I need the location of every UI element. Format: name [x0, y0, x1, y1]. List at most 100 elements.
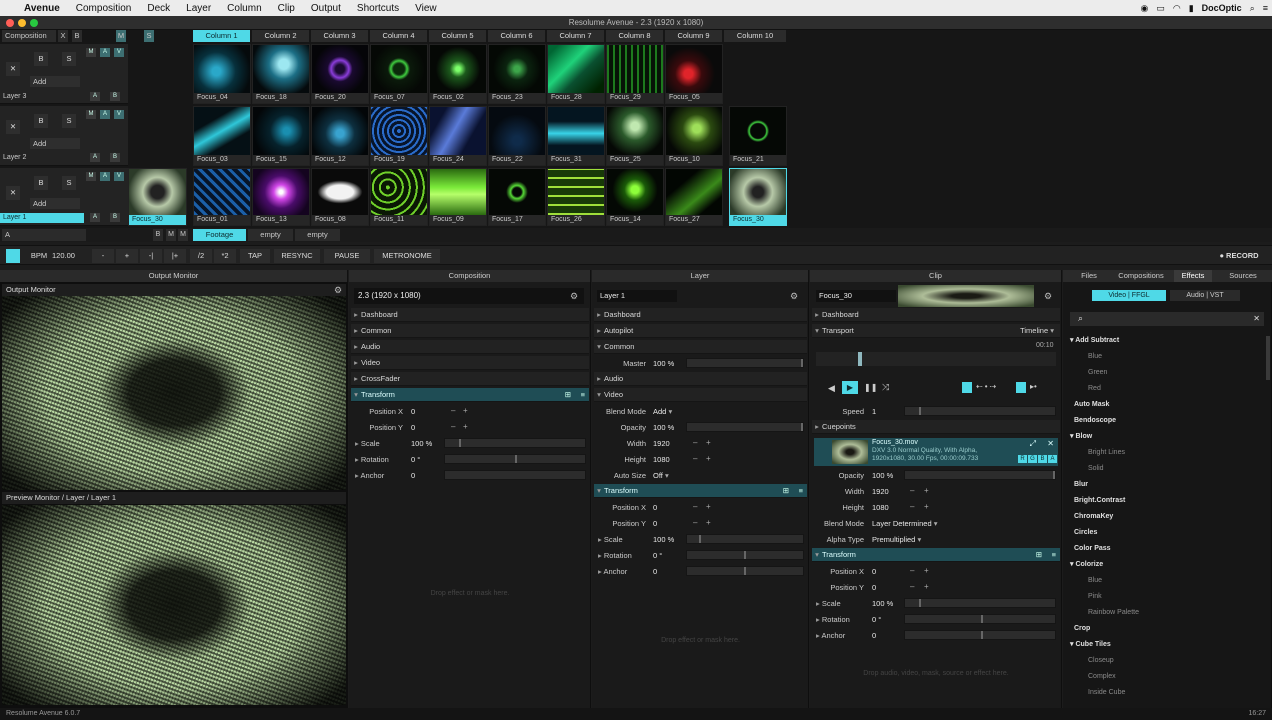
tab-column-5[interactable]: Column 5	[429, 30, 486, 42]
slider-handle[interactable]	[801, 423, 803, 431]
slider-handle[interactable]	[1053, 471, 1055, 479]
comp-scale-value[interactable]: 100 %	[411, 439, 432, 448]
output-monitor-view[interactable]	[2, 296, 346, 490]
pause-icon[interactable]: ❚❚	[864, 383, 877, 392]
clip-speed-value[interactable]: 1	[872, 407, 876, 416]
comp-scale-slider[interactable]	[444, 438, 586, 448]
layer-width-minus[interactable]: –	[693, 438, 697, 447]
effect-item[interactable]: ChromaKey	[1074, 512, 1113, 522]
clip-thumbnail[interactable]: Focus_29	[606, 44, 664, 104]
browser-scrollbar[interactable]	[1266, 336, 1270, 380]
layer-1-bypass-button[interactable]: B	[34, 176, 48, 190]
clip-thumbnail[interactable]: Focus_15	[252, 106, 310, 166]
clip-thumbnail[interactable]: Focus_09	[429, 168, 487, 226]
clip-thumbnail[interactable]: Focus_05	[665, 44, 723, 104]
record-icon[interactable]: ◉	[1140, 3, 1148, 14]
clip-thumbnail[interactable]: Focus_14	[606, 168, 664, 226]
layer-2-crossfade-b[interactable]: B	[110, 153, 120, 162]
nudge-plus-button[interactable]: |+	[164, 249, 186, 263]
comp-anchor-slider[interactable]	[444, 470, 586, 480]
tab-files[interactable]: Files	[1070, 270, 1108, 282]
tab-column-7[interactable]: Column 7	[547, 30, 604, 42]
clip-posy-plus[interactable]: +	[924, 582, 929, 591]
channel-a[interactable]: A	[1048, 455, 1057, 463]
layer-posx-value[interactable]: 0	[653, 503, 657, 512]
play-backward-icon[interactable]: ◀	[828, 383, 835, 394]
layer-2-name[interactable]: Layer 2	[0, 153, 84, 163]
menu-column[interactable]: Column	[219, 3, 269, 14]
comp-posx-plus[interactable]: +	[463, 406, 468, 415]
clip-name-field[interactable]: Focus_30	[816, 290, 896, 302]
layer-2-audio-button[interactable]: A	[100, 110, 110, 119]
layer-3-audio-button[interactable]: A	[100, 48, 110, 57]
layer-height-value[interactable]: 1080	[653, 455, 670, 464]
effect-item[interactable]: Bright.Contrast	[1074, 496, 1125, 506]
tab-compositions[interactable]: Compositions	[1112, 270, 1170, 282]
clip-posx-minus[interactable]: –	[910, 566, 914, 575]
timeline-dropdown[interactable]: Timeline ▾	[1020, 324, 1054, 338]
menu-clip[interactable]: Clip	[270, 3, 303, 14]
layer-2-solo-button[interactable]: S	[62, 114, 76, 128]
clip-thumbnail[interactable]: Focus_24	[429, 106, 487, 166]
timeline-playhead[interactable]	[858, 352, 862, 366]
effect-group[interactable]: ▾ Blow	[1070, 432, 1092, 442]
clip-anchor-slider[interactable]	[904, 630, 1056, 640]
layer-master-slider[interactable]	[686, 358, 804, 368]
clip-thumbnail[interactable]: Focus_03	[193, 106, 251, 166]
effect-group[interactable]: ▾ Colorize	[1070, 560, 1103, 570]
layer-blend-dropdown[interactable]: Add ▾	[653, 407, 672, 416]
layer-posx-minus[interactable]: –	[693, 502, 697, 511]
composition-settings-icon[interactable]: ⚙	[570, 291, 578, 302]
comp-section-audio[interactable]: ▸ Audio	[351, 340, 589, 354]
composition-clear-button[interactable]: X	[58, 30, 68, 42]
effect-item[interactable]: Blue	[1088, 352, 1102, 362]
comp-rotation-value[interactable]: 0 °	[411, 455, 420, 464]
layer-3-solo-button[interactable]: S	[62, 52, 76, 66]
tab-effects[interactable]: Effects	[1174, 270, 1212, 282]
channel-b[interactable]: B	[1038, 455, 1047, 463]
clip-opacity-value[interactable]: 100 %	[872, 471, 893, 480]
clip-thumbnail[interactable]: Focus_13	[252, 168, 310, 226]
clip-posx-value[interactable]: 0	[872, 567, 876, 576]
clip-thumbnail-selected[interactable]: Focus_30	[729, 168, 787, 226]
metronome-button[interactable]: METRONOME	[374, 249, 440, 263]
layer-2-add-button[interactable]: Add	[30, 138, 80, 149]
comp-posy-minus[interactable]: –	[451, 422, 455, 431]
clip-thumbnail[interactable]: Focus_12	[311, 106, 369, 166]
clip-thumbnail[interactable]: Focus_22	[488, 106, 546, 166]
deck-tab-footage[interactable]: Footage	[193, 229, 246, 241]
comp-anchor-value[interactable]: 0	[411, 471, 415, 480]
transform-menu-icon[interactable]: ≡	[1052, 548, 1056, 562]
deck-tab-empty-2[interactable]: empty	[295, 229, 340, 241]
list-icon[interactable]: ≡	[1263, 3, 1268, 13]
bpm-double-button[interactable]: *2	[214, 249, 236, 263]
comp-section-transform[interactable]: ▾ Transform ⊞ ≡	[351, 388, 589, 402]
deck-m-button[interactable]: M	[166, 229, 176, 241]
clip-posy-value[interactable]: 0	[872, 583, 876, 592]
layer-autosize-dropdown[interactable]: Off ▾	[653, 471, 669, 480]
effects-search-input[interactable]: ⌕ ✕	[1070, 312, 1264, 326]
wifi-icon[interactable]: ◠	[1173, 3, 1181, 14]
deck-m2-button[interactable]: M	[178, 229, 188, 241]
layer-height-minus[interactable]: –	[693, 454, 697, 463]
clip-file-info[interactable]: Focus_30.mov DXV 3.0 Normal Quality, Wit…	[814, 438, 1058, 466]
close-icon[interactable]: ✕	[1047, 439, 1054, 448]
layer-section-transform[interactable]: ▾ Transform ⊞ ≡	[594, 484, 807, 498]
tab-column-9[interactable]: Column 9	[665, 30, 722, 42]
comp-section-common[interactable]: ▸ Common	[351, 324, 589, 338]
loop-mode-icon[interactable]	[962, 382, 972, 393]
effect-item[interactable]: Color Pass	[1074, 544, 1111, 554]
clip-posy-minus[interactable]: –	[910, 582, 914, 591]
clip-rotation-slider[interactable]	[904, 614, 1056, 624]
clip-width-plus[interactable]: +	[924, 486, 929, 495]
comp-posy-plus[interactable]: +	[463, 422, 468, 431]
effect-item[interactable]: Bendoscope	[1074, 416, 1116, 426]
beat-snap-icon[interactable]	[1016, 382, 1026, 393]
transform-preset-icon[interactable]: ⊞	[783, 484, 789, 498]
layer-1-mask-button[interactable]: M	[86, 172, 96, 181]
transform-menu-icon[interactable]: ≡	[581, 388, 585, 402]
pause-button[interactable]: PAUSE	[324, 249, 370, 263]
bpm-minus-button[interactable]: -	[92, 249, 114, 263]
layer-master-value[interactable]: 100 %	[653, 359, 674, 368]
layer-3-mask-button[interactable]: M	[86, 48, 96, 57]
